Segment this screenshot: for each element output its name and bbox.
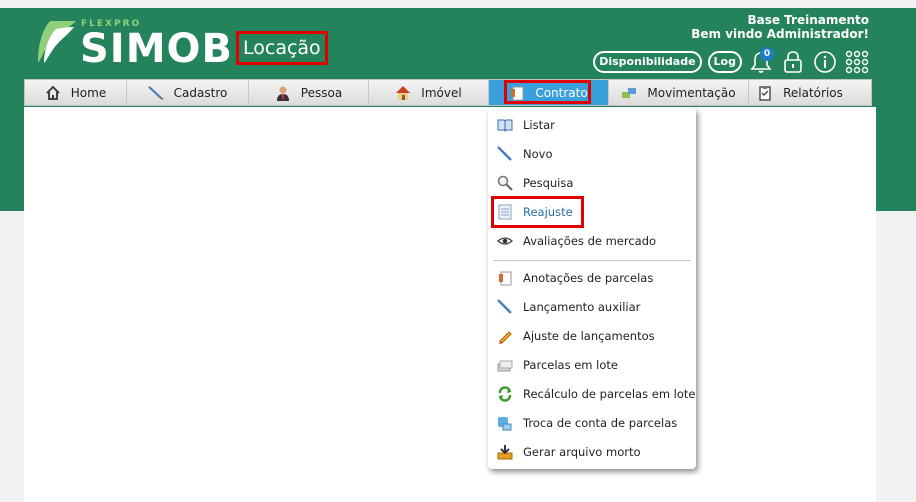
menu-relatorios[interactable]: Relatórios (749, 80, 851, 105)
menu-movimentacao[interactable]: Movimentação (609, 80, 749, 105)
swap-icon (497, 415, 513, 431)
dropdown-label: Anotações de parcelas (523, 271, 654, 285)
leaf-logo-icon (38, 21, 76, 63)
dropdown-item-anotacoes[interactable]: Anotações de parcelas (488, 265, 696, 291)
header-tools: Disponibilidade Log 0 (593, 47, 870, 76)
dropdown-label: Lançamento auxiliar (523, 300, 641, 314)
book-icon (497, 117, 513, 133)
person-icon (275, 85, 291, 101)
welcome-message: Bem vindo Administrador! (691, 27, 869, 41)
menu-contrato-label: Contrato (535, 85, 588, 100)
quill-icon (497, 146, 513, 162)
log-button[interactable]: Log (707, 51, 742, 73)
dropdown-item-pesquisa[interactable]: Pesquisa (488, 170, 696, 196)
quill-icon (497, 299, 513, 315)
info-icon (814, 51, 836, 73)
dropdown-label: Novo (523, 147, 553, 161)
stack-icon (497, 357, 513, 373)
menu-imovel-label: Imóvel (421, 85, 462, 100)
menu-contrato[interactable]: Contrato (489, 80, 609, 105)
dropdown-item-listar[interactable]: Listar (488, 112, 696, 138)
user-info: Base Treinamento Bem vindo Administrador… (691, 13, 869, 41)
menu-home-label: Home (70, 85, 107, 100)
clipboard-icon (757, 85, 773, 101)
notes-icon (497, 270, 513, 286)
house-icon (395, 85, 411, 101)
logo-brand-name: SIMOB (80, 26, 233, 72)
dropdown-label: Listar (523, 118, 555, 132)
notifications-button[interactable]: 0 (748, 47, 774, 75)
lock-icon (784, 51, 802, 73)
main-menu: Home Cadastro Pessoa Imóvel Contrato Mov… (24, 79, 872, 106)
archive-download-icon (497, 444, 513, 460)
dropdown-label: Reajuste (523, 205, 573, 219)
dropdown-label: Ajuste de lançamentos (523, 329, 655, 343)
info-button[interactable] (812, 49, 838, 75)
menu-relatorios-label: Relatórios (783, 85, 843, 100)
dropdown-label: Parcelas em lote (523, 358, 618, 372)
dropdown-label: Pesquisa (523, 176, 574, 190)
availability-button[interactable]: Disponibilidade (593, 51, 702, 73)
dropdown-item-avaliacoes[interactable]: Avaliações de mercado (488, 228, 696, 254)
lock-button[interactable] (780, 49, 806, 75)
dropdown-label: Troca de conta de parcelas (523, 416, 678, 430)
dropdown-item-ajuste[interactable]: Ajuste de lançamentos (488, 323, 696, 349)
contrato-dropdown: Listar Novo Pesquisa Reajuste Avaliações… (488, 108, 696, 469)
pencil-icon (497, 328, 513, 344)
menu-movimentacao-label: Movimentação (647, 85, 736, 100)
dropdown-label: Avaliações de mercado (523, 234, 657, 248)
contract-icon (509, 85, 525, 101)
dropdown-item-novo[interactable]: Novo (488, 141, 696, 167)
quill-icon (147, 85, 164, 101)
menu-cadastro-label: Cadastro (173, 85, 228, 100)
apps-grid-icon (845, 50, 869, 74)
menu-home[interactable]: Home (25, 80, 127, 105)
recycle-icon (497, 386, 513, 402)
dropdown-label: Gerar arquivo morto (523, 445, 641, 459)
dropdown-item-parcelas-lote[interactable]: Parcelas em lote (488, 352, 696, 378)
company-name: Base Treinamento (747, 13, 869, 27)
main-content (24, 107, 876, 502)
dropdown-item-recalculo[interactable]: Recálculo de parcelas em lote (488, 381, 696, 407)
dropdown-label: Recálculo de parcelas em lote (523, 387, 696, 401)
apps-button[interactable] (844, 49, 870, 75)
dropdown-item-troca-conta[interactable]: Troca de conta de parcelas (488, 410, 696, 436)
menu-imovel[interactable]: Imóvel (369, 80, 489, 105)
dropdown-item-arquivo-morto[interactable]: Gerar arquivo morto (488, 439, 696, 465)
menu-pessoa[interactable]: Pessoa (249, 80, 369, 105)
transfer-icon (621, 85, 637, 101)
dropdown-item-lancamento[interactable]: Lançamento auxiliar (488, 294, 696, 320)
dropdown-item-reajuste[interactable]: Reajuste (488, 199, 696, 225)
home-icon (45, 85, 61, 101)
module-label: Locação (236, 31, 328, 65)
dropdown-separator (494, 260, 690, 261)
document-icon (497, 204, 513, 220)
magnifier-icon (497, 175, 513, 191)
menu-pessoa-label: Pessoa (300, 85, 343, 100)
eye-icon (497, 233, 513, 249)
simob-logo[interactable]: FLEXPRO SIMOB (34, 19, 234, 72)
notifications-badge: 0 (760, 47, 774, 61)
menu-cadastro[interactable]: Cadastro (127, 80, 249, 105)
